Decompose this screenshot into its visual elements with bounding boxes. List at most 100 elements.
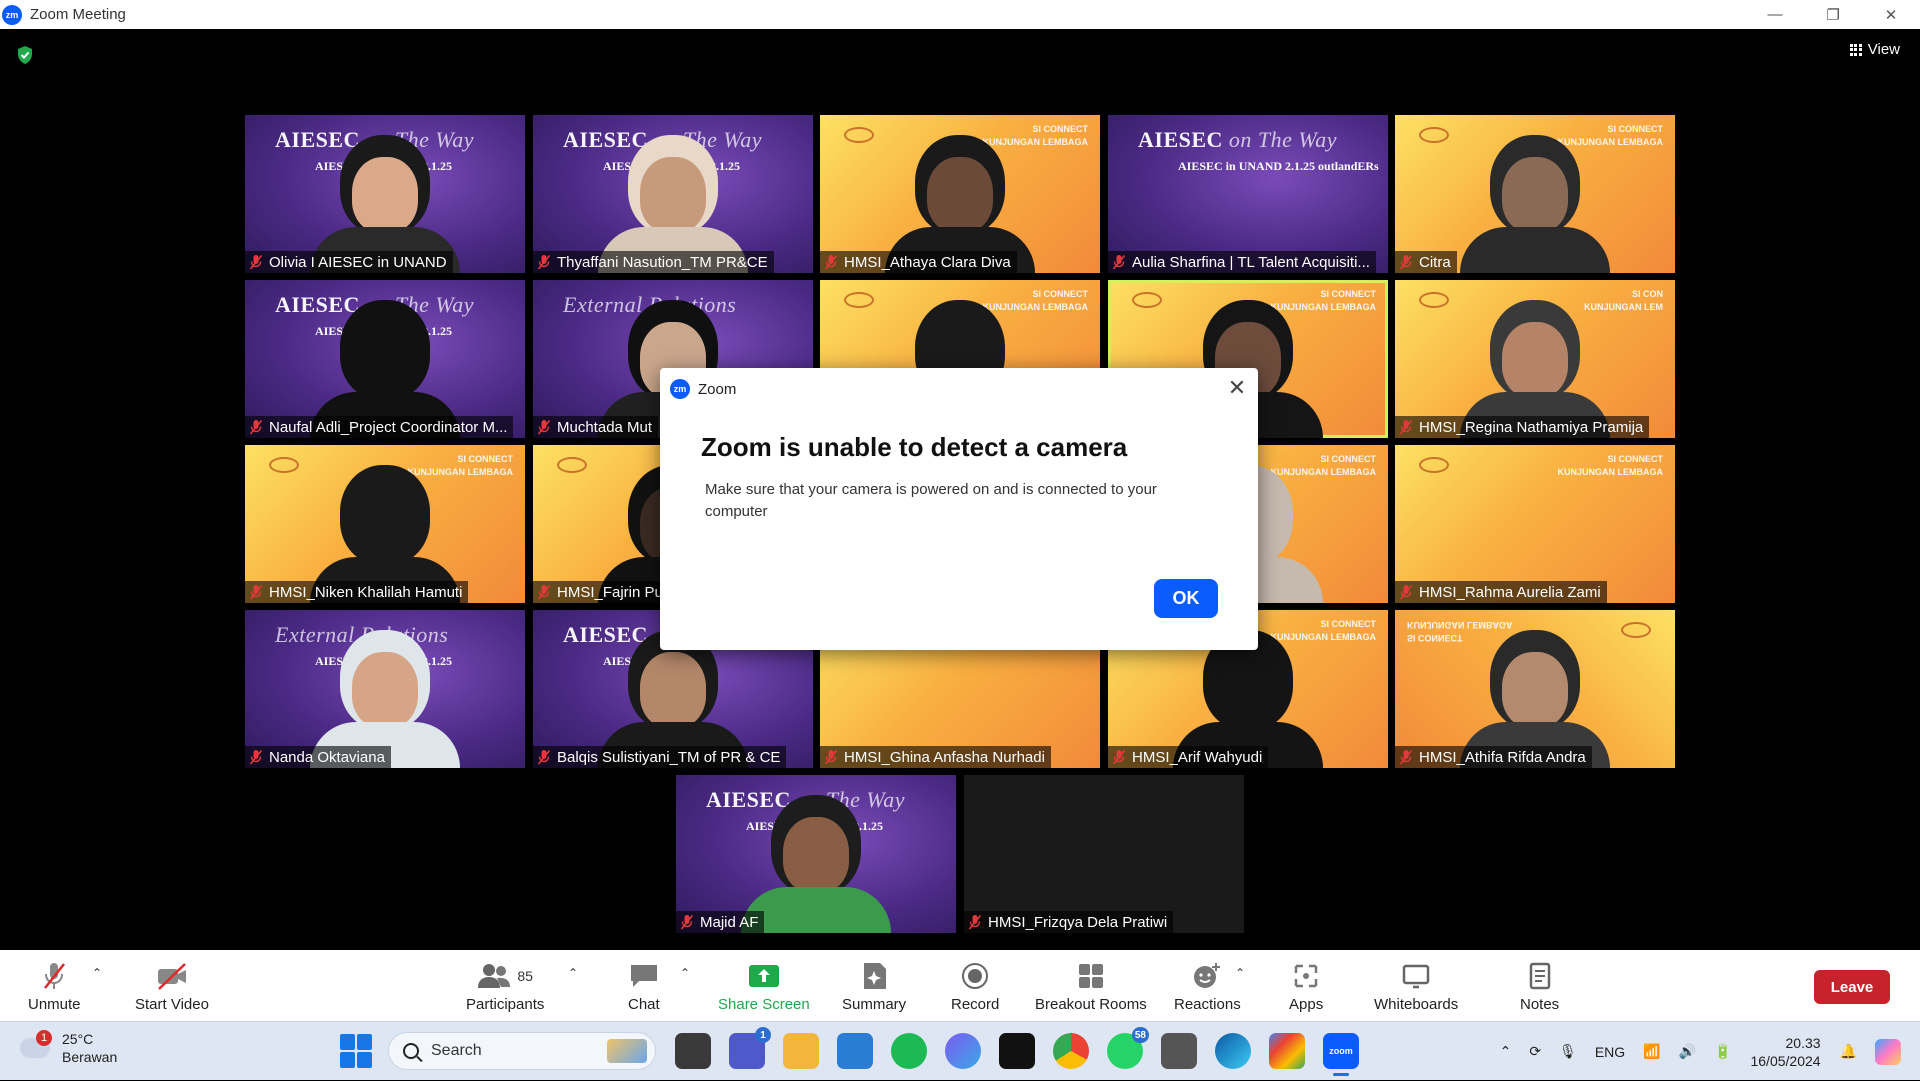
participant-name: HMSI_Rahma Aurelia Zami [1395, 581, 1607, 603]
start-video-button[interactable]: Start Video [135, 958, 209, 1013]
mail-icon[interactable] [837, 1033, 873, 1069]
participants-icon: 85 [477, 958, 533, 994]
background-banner: External Relations [275, 622, 449, 647]
participants-options-caret[interactable]: ⌃ [568, 966, 578, 980]
audio-options-caret[interactable]: ⌃ [92, 966, 102, 980]
spotify-icon[interactable] [891, 1033, 927, 1069]
copilot-icon[interactable] [945, 1033, 981, 1069]
taskbar-apps: Search 1 58 zoom [340, 1027, 1368, 1076]
camera-icon[interactable] [1161, 1033, 1197, 1069]
background-banner: AIESEC on The Way [275, 292, 474, 317]
participant-name-text: Aulia Sharfina | TL Talent Acquisiti... [1132, 253, 1370, 271]
leave-button[interactable]: Leave [1814, 970, 1890, 1004]
record-button[interactable]: Record [951, 958, 999, 1013]
si-logo-icon [1132, 292, 1162, 308]
reactions-label: Reactions [1174, 996, 1241, 1013]
background-si-text: SI CONNECT KUNJUNGAN LEMBAGA [982, 289, 1089, 312]
zoom-logo-icon: zm [2, 4, 22, 25]
sync-icon[interactable]: ⟳ [1529, 1043, 1541, 1060]
start-video-label: Start Video [135, 996, 209, 1013]
clock[interactable]: 20.33 16/05/2024 [1750, 1034, 1820, 1070]
background-subbanner: AIESEC in UNAND 2.1.25 outlandERs [1178, 159, 1379, 173]
encryption-shield-icon[interactable] [16, 45, 34, 65]
gemini-icon[interactable] [1269, 1033, 1305, 1069]
battery-icon[interactable]: 🔋 [1714, 1043, 1731, 1060]
participant-tile[interactable]: AIESEC on The WayAIESEC in UNAND 2.1.25T… [533, 115, 813, 273]
edge-icon[interactable] [1215, 1033, 1251, 1069]
reactions-options-caret[interactable]: ⌃ [1235, 966, 1245, 980]
chrome-icon[interactable] [1053, 1033, 1089, 1069]
background-si-text: SI CONNECT KUNJUNGAN LEMBAGA [1270, 619, 1377, 642]
language-indicator[interactable]: ENG [1595, 1044, 1625, 1060]
copilot-pre-icon[interactable] [1875, 1038, 1901, 1065]
close-window-button[interactable]: ✕ [1862, 0, 1920, 29]
whiteboards-button[interactable]: Whiteboards [1374, 958, 1458, 1013]
participant-tile[interactable]: AIESEC on The WayAIESEC in UNAND 2.1.25O… [245, 115, 525, 273]
breakout-rooms-button[interactable]: Breakout Rooms [1035, 958, 1147, 1013]
mic-muted-icon [537, 584, 551, 600]
mic-muted-icon [39, 958, 69, 994]
chat-button[interactable]: Chat [628, 958, 660, 1013]
participant-tile[interactable]: AIESEC on The Way AIESEC in UNAND 2.1.25 … [1108, 115, 1388, 273]
participant-tile[interactable]: HMSI_Frizqya Dela Pratiwi [964, 775, 1244, 933]
temperature: 25°C [62, 1031, 94, 1047]
tiktok-icon[interactable] [999, 1033, 1035, 1069]
window-titlebar: zm Zoom Meeting — ❐ ✕ [0, 0, 1920, 29]
search-icon [403, 1043, 419, 1059]
weather-widget[interactable]: 1 25°C Berawan [20, 1030, 117, 1066]
unmute-button[interactable]: Unmute [28, 958, 81, 1013]
participant-tile[interactable]: SI CONNECT KUNJUNGAN LEMBAGA Citra [1395, 115, 1675, 273]
wifi-icon[interactable]: 📶 [1643, 1043, 1660, 1060]
taskbar-search[interactable]: Search [388, 1032, 656, 1070]
background-si-text: SI CONNECT KUNJUNGAN LEMBAGA [407, 454, 514, 477]
weather-description: Berawan [62, 1049, 118, 1065]
notes-label: Notes [1520, 996, 1560, 1013]
ok-button[interactable]: OK [1154, 579, 1218, 618]
share-screen-label: Share Screen [718, 996, 810, 1013]
apps-button[interactable]: Apps [1289, 958, 1323, 1013]
participant-tile[interactable]: AIESEC on The WayAIESEC in UNAND 2.1.25M… [676, 775, 956, 933]
view-button[interactable]: View [1849, 41, 1900, 58]
participant-tile[interactable]: SI CONNECT KUNJUNGAN LEMBAGA HMSI_Athifa … [1395, 610, 1675, 768]
start-button-windows-icon[interactable] [340, 1034, 374, 1068]
participant-tile[interactable]: SI CONNECT KUNJUNGAN LEMBAGA HMSI_Rahma A… [1395, 445, 1675, 603]
record-icon [961, 958, 989, 994]
dialog-message: Make sure that your camera is powered on… [705, 481, 1157, 520]
background-banner: AIESEC on The Way [1138, 127, 1337, 152]
si-logo-icon [1419, 292, 1449, 308]
mic-muted-icon [249, 419, 263, 435]
participant-tile[interactable]: SI CONNECT KUNJUNGAN LEMBAGA HMSI_Niken K… [245, 445, 525, 603]
zoom-taskbar-icon[interactable]: zoom [1323, 1033, 1359, 1076]
mic-muted-icon [249, 749, 263, 765]
participant-name-text: Citra [1419, 253, 1451, 271]
maximize-button[interactable]: ❐ [1804, 0, 1862, 29]
show-hidden-icons-caret[interactable]: ⌃ [1500, 1043, 1512, 1060]
microphone-icon[interactable]: 🎙 [1559, 1043, 1577, 1060]
participant-tile[interactable]: AIESEC on The WayAIESEC in UNAND 2.1.25N… [245, 280, 525, 438]
volume-icon[interactable]: 🔊 [1679, 1043, 1696, 1060]
teams-icon[interactable]: 1 [729, 1027, 771, 1069]
whatsapp-icon[interactable]: 58 [1107, 1027, 1149, 1069]
notes-button[interactable]: Notes [1520, 958, 1559, 1013]
participant-name-text: HMSI_Niken Khalilah Hamuti [269, 583, 463, 601]
reactions-button[interactable]: Reactions [1174, 958, 1241, 1013]
participant-tile[interactable]: External RelationsAIESEC in UNAND 2.1.25… [245, 610, 525, 768]
task-view-icon[interactable] [675, 1033, 711, 1069]
background-si-text: SI CON KUNJUNGAN LEM [1583, 289, 1663, 312]
background-si-text: SI CONNECT KUNJUNGAN LEMBAGA [1557, 454, 1664, 477]
minimize-button[interactable]: — [1746, 0, 1804, 29]
si-logo-icon [844, 292, 874, 308]
notes-icon [1527, 958, 1553, 994]
share-screen-button[interactable]: Share Screen [718, 958, 810, 1013]
mic-muted-icon [537, 749, 551, 765]
record-label: Record [951, 996, 1000, 1013]
notification-bell-icon[interactable]: 🔔 [1840, 1043, 1857, 1060]
file-explorer-icon[interactable] [783, 1033, 819, 1069]
participant-tile[interactable]: SI CONNECT KUNJUNGAN LEMBAGA HMSI_Athaya … [820, 115, 1100, 273]
participants-button[interactable]: 85 Participants [466, 958, 544, 1013]
dialog-close-button[interactable]: ✕ [1226, 377, 1248, 400]
participant-tile[interactable]: SI CON KUNJUNGAN LEM HMSI_Regina Nathamiy… [1395, 280, 1675, 438]
participant-name: HMSI_Niken Khalilah Hamuti [245, 581, 469, 603]
chat-options-caret[interactable]: ⌃ [680, 966, 690, 980]
summary-button[interactable]: Summary [842, 958, 906, 1013]
